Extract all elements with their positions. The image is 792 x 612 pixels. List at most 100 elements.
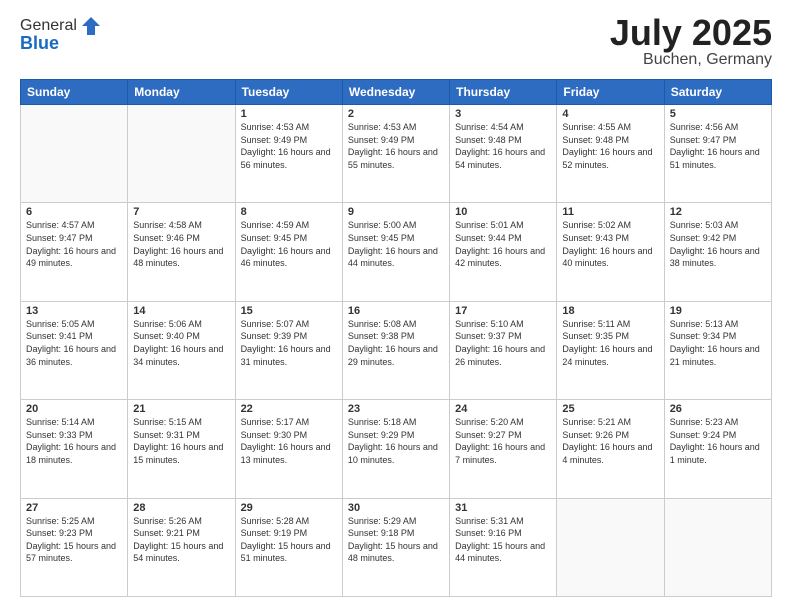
day-number: 6 bbox=[26, 206, 122, 218]
day-number: 7 bbox=[133, 206, 229, 218]
calendar-day: 31Sunrise: 5:31 AMSunset: 9:16 PMDayligh… bbox=[450, 498, 557, 596]
day-number: 9 bbox=[348, 206, 444, 218]
col-monday: Monday bbox=[128, 80, 235, 105]
page: General Blue July 2025 Buchen, Germany S… bbox=[0, 0, 792, 612]
day-number: 2 bbox=[348, 108, 444, 120]
col-sunday: Sunday bbox=[21, 80, 128, 105]
day-number: 4 bbox=[562, 108, 658, 120]
day-number: 18 bbox=[562, 305, 658, 317]
day-info: Sunrise: 5:06 AMSunset: 9:40 PMDaylight:… bbox=[133, 318, 229, 368]
day-number: 11 bbox=[562, 206, 658, 218]
calendar-day: 23Sunrise: 5:18 AMSunset: 9:29 PMDayligh… bbox=[342, 400, 449, 498]
day-info: Sunrise: 5:18 AMSunset: 9:29 PMDaylight:… bbox=[348, 416, 444, 466]
day-number: 21 bbox=[133, 403, 229, 415]
calendar-day: 6Sunrise: 4:57 AMSunset: 9:47 PMDaylight… bbox=[21, 203, 128, 301]
day-info: Sunrise: 5:11 AMSunset: 9:35 PMDaylight:… bbox=[562, 318, 658, 368]
day-number: 26 bbox=[670, 403, 766, 415]
day-info: Sunrise: 4:53 AMSunset: 9:49 PMDaylight:… bbox=[348, 121, 444, 171]
day-info: Sunrise: 4:58 AMSunset: 9:46 PMDaylight:… bbox=[133, 219, 229, 269]
day-info: Sunrise: 4:53 AMSunset: 9:49 PMDaylight:… bbox=[241, 121, 337, 171]
day-info: Sunrise: 4:55 AMSunset: 9:48 PMDaylight:… bbox=[562, 121, 658, 171]
calendar-week-1: 1Sunrise: 4:53 AMSunset: 9:49 PMDaylight… bbox=[21, 105, 772, 203]
logo: General Blue bbox=[20, 15, 102, 54]
day-info: Sunrise: 5:13 AMSunset: 9:34 PMDaylight:… bbox=[670, 318, 766, 368]
calendar-week-3: 13Sunrise: 5:05 AMSunset: 9:41 PMDayligh… bbox=[21, 301, 772, 399]
col-thursday: Thursday bbox=[450, 80, 557, 105]
day-info: Sunrise: 5:17 AMSunset: 9:30 PMDaylight:… bbox=[241, 416, 337, 466]
title-area: July 2025 Buchen, Germany bbox=[610, 15, 772, 69]
day-info: Sunrise: 5:01 AMSunset: 9:44 PMDaylight:… bbox=[455, 219, 551, 269]
day-info: Sunrise: 5:03 AMSunset: 9:42 PMDaylight:… bbox=[670, 219, 766, 269]
calendar-day: 25Sunrise: 5:21 AMSunset: 9:26 PMDayligh… bbox=[557, 400, 664, 498]
calendar-day: 7Sunrise: 4:58 AMSunset: 9:46 PMDaylight… bbox=[128, 203, 235, 301]
day-info: Sunrise: 5:29 AMSunset: 9:18 PMDaylight:… bbox=[348, 515, 444, 565]
calendar-day: 19Sunrise: 5:13 AMSunset: 9:34 PMDayligh… bbox=[664, 301, 771, 399]
calendar-header-row: Sunday Monday Tuesday Wednesday Thursday… bbox=[21, 80, 772, 105]
calendar-day: 5Sunrise: 4:56 AMSunset: 9:47 PMDaylight… bbox=[664, 105, 771, 203]
calendar-day: 11Sunrise: 5:02 AMSunset: 9:43 PMDayligh… bbox=[557, 203, 664, 301]
day-info: Sunrise: 4:59 AMSunset: 9:45 PMDaylight:… bbox=[241, 219, 337, 269]
month-year: July 2025 bbox=[610, 15, 772, 51]
calendar-day: 12Sunrise: 5:03 AMSunset: 9:42 PMDayligh… bbox=[664, 203, 771, 301]
day-number: 30 bbox=[348, 502, 444, 514]
day-number: 15 bbox=[241, 305, 337, 317]
day-info: Sunrise: 5:23 AMSunset: 9:24 PMDaylight:… bbox=[670, 416, 766, 466]
calendar-day bbox=[557, 498, 664, 596]
day-info: Sunrise: 5:14 AMSunset: 9:33 PMDaylight:… bbox=[26, 416, 122, 466]
day-number: 14 bbox=[133, 305, 229, 317]
location: Buchen, Germany bbox=[610, 51, 772, 69]
day-info: Sunrise: 5:00 AMSunset: 9:45 PMDaylight:… bbox=[348, 219, 444, 269]
day-number: 29 bbox=[241, 502, 337, 514]
day-number: 31 bbox=[455, 502, 551, 514]
calendar-day: 8Sunrise: 4:59 AMSunset: 9:45 PMDaylight… bbox=[235, 203, 342, 301]
day-number: 19 bbox=[670, 305, 766, 317]
calendar-day bbox=[21, 105, 128, 203]
day-info: Sunrise: 5:05 AMSunset: 9:41 PMDaylight:… bbox=[26, 318, 122, 368]
calendar-day: 22Sunrise: 5:17 AMSunset: 9:30 PMDayligh… bbox=[235, 400, 342, 498]
calendar-day bbox=[128, 105, 235, 203]
day-info: Sunrise: 5:25 AMSunset: 9:23 PMDaylight:… bbox=[26, 515, 122, 565]
calendar-day: 28Sunrise: 5:26 AMSunset: 9:21 PMDayligh… bbox=[128, 498, 235, 596]
day-number: 17 bbox=[455, 305, 551, 317]
day-number: 22 bbox=[241, 403, 337, 415]
day-number: 12 bbox=[670, 206, 766, 218]
calendar-day: 17Sunrise: 5:10 AMSunset: 9:37 PMDayligh… bbox=[450, 301, 557, 399]
day-number: 27 bbox=[26, 502, 122, 514]
day-info: Sunrise: 5:08 AMSunset: 9:38 PMDaylight:… bbox=[348, 318, 444, 368]
day-info: Sunrise: 5:02 AMSunset: 9:43 PMDaylight:… bbox=[562, 219, 658, 269]
calendar-day: 15Sunrise: 5:07 AMSunset: 9:39 PMDayligh… bbox=[235, 301, 342, 399]
calendar-day: 20Sunrise: 5:14 AMSunset: 9:33 PMDayligh… bbox=[21, 400, 128, 498]
day-number: 3 bbox=[455, 108, 551, 120]
day-info: Sunrise: 5:31 AMSunset: 9:16 PMDaylight:… bbox=[455, 515, 551, 565]
day-info: Sunrise: 4:57 AMSunset: 9:47 PMDaylight:… bbox=[26, 219, 122, 269]
col-wednesday: Wednesday bbox=[342, 80, 449, 105]
day-info: Sunrise: 5:20 AMSunset: 9:27 PMDaylight:… bbox=[455, 416, 551, 466]
calendar-day: 3Sunrise: 4:54 AMSunset: 9:48 PMDaylight… bbox=[450, 105, 557, 203]
day-number: 24 bbox=[455, 403, 551, 415]
calendar-day: 30Sunrise: 5:29 AMSunset: 9:18 PMDayligh… bbox=[342, 498, 449, 596]
day-number: 10 bbox=[455, 206, 551, 218]
logo-icon bbox=[80, 15, 102, 37]
calendar-day: 10Sunrise: 5:01 AMSunset: 9:44 PMDayligh… bbox=[450, 203, 557, 301]
calendar-day: 21Sunrise: 5:15 AMSunset: 9:31 PMDayligh… bbox=[128, 400, 235, 498]
day-number: 23 bbox=[348, 403, 444, 415]
col-tuesday: Tuesday bbox=[235, 80, 342, 105]
calendar-day: 13Sunrise: 5:05 AMSunset: 9:41 PMDayligh… bbox=[21, 301, 128, 399]
day-number: 25 bbox=[562, 403, 658, 415]
calendar-day: 4Sunrise: 4:55 AMSunset: 9:48 PMDaylight… bbox=[557, 105, 664, 203]
day-info: Sunrise: 5:10 AMSunset: 9:37 PMDaylight:… bbox=[455, 318, 551, 368]
calendar-week-4: 20Sunrise: 5:14 AMSunset: 9:33 PMDayligh… bbox=[21, 400, 772, 498]
calendar-day: 14Sunrise: 5:06 AMSunset: 9:40 PMDayligh… bbox=[128, 301, 235, 399]
col-saturday: Saturday bbox=[664, 80, 771, 105]
calendar-day: 24Sunrise: 5:20 AMSunset: 9:27 PMDayligh… bbox=[450, 400, 557, 498]
day-info: Sunrise: 5:21 AMSunset: 9:26 PMDaylight:… bbox=[562, 416, 658, 466]
day-info: Sunrise: 4:56 AMSunset: 9:47 PMDaylight:… bbox=[670, 121, 766, 171]
calendar-day: 2Sunrise: 4:53 AMSunset: 9:49 PMDaylight… bbox=[342, 105, 449, 203]
day-info: Sunrise: 5:07 AMSunset: 9:39 PMDaylight:… bbox=[241, 318, 337, 368]
calendar-day: 26Sunrise: 5:23 AMSunset: 9:24 PMDayligh… bbox=[664, 400, 771, 498]
day-number: 1 bbox=[241, 108, 337, 120]
day-info: Sunrise: 5:26 AMSunset: 9:21 PMDaylight:… bbox=[133, 515, 229, 565]
day-info: Sunrise: 4:54 AMSunset: 9:48 PMDaylight:… bbox=[455, 121, 551, 171]
calendar-day: 18Sunrise: 5:11 AMSunset: 9:35 PMDayligh… bbox=[557, 301, 664, 399]
calendar-week-2: 6Sunrise: 4:57 AMSunset: 9:47 PMDaylight… bbox=[21, 203, 772, 301]
